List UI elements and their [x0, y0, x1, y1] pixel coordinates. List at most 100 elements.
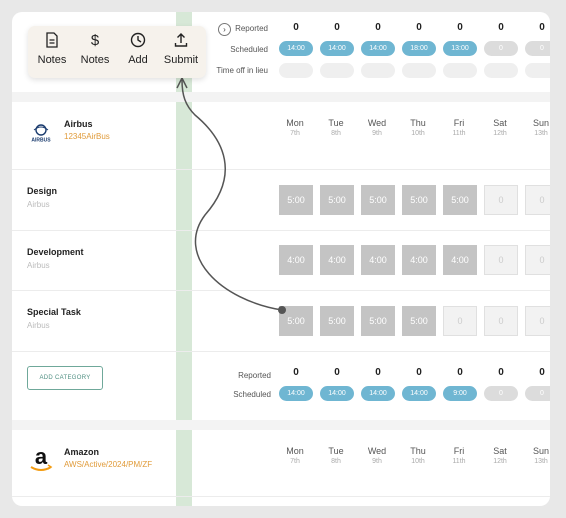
- divider: [12, 351, 550, 352]
- reported-value: 0: [334, 367, 340, 378]
- reported-value: 0: [334, 22, 340, 33]
- day-header: Thu 10th: [410, 446, 426, 465]
- hours-cell[interactable]: 0: [484, 306, 518, 336]
- company-code[interactable]: AWS/Active/2024/PM/ZF: [64, 460, 152, 469]
- floating-action-toolbar: Notes $ Notes Add Submit: [28, 26, 206, 78]
- divider: [12, 290, 550, 291]
- lieu-pill[interactable]: [484, 63, 518, 78]
- clock-icon: [118, 32, 158, 50]
- notes-expense-button[interactable]: $ Notes: [75, 32, 115, 66]
- lieu-pill[interactable]: [402, 63, 436, 78]
- scheduled-pill: 0: [525, 41, 550, 56]
- reported-value: 0: [539, 367, 545, 378]
- add-label: Add: [128, 54, 148, 66]
- reported-label: Reported: [238, 371, 271, 380]
- reported-value: 0: [457, 22, 463, 33]
- notes-document-label: Notes: [37, 54, 67, 66]
- day-header: Sun 13th: [532, 118, 549, 137]
- svg-text:a: a: [35, 444, 48, 469]
- reported-value: 0: [293, 367, 299, 378]
- reported-value: 0: [498, 367, 504, 378]
- notes-expense-label: Notes: [80, 54, 110, 66]
- day-header: Sat 12th: [493, 446, 507, 465]
- add-category-button[interactable]: ADD CATEGORY: [27, 366, 103, 390]
- hours-cell[interactable]: 0: [525, 245, 550, 275]
- scheduled-pill: 14:00: [320, 41, 354, 56]
- reported-value: 0: [539, 22, 545, 33]
- amazon-logo: a: [28, 444, 54, 474]
- divider: [12, 169, 550, 170]
- airbus-logo-icon: AIRBUS: [30, 124, 52, 144]
- hours-cell[interactable]: 5:00: [279, 185, 313, 215]
- hours-cell[interactable]: 5:00: [320, 185, 354, 215]
- section-gap: [12, 92, 550, 102]
- time-off-in-lieu-label: Time off in lieu: [216, 66, 268, 75]
- hours-cell[interactable]: 4:00: [361, 245, 395, 275]
- hours-cell[interactable]: 5:00: [361, 185, 395, 215]
- scheduled-pill: 14:00: [402, 386, 436, 401]
- company-code[interactable]: 12345AirBus: [64, 132, 110, 141]
- lieu-pill[interactable]: [361, 63, 395, 78]
- notes-document-button[interactable]: Notes: [32, 32, 72, 66]
- task-title: Special Task: [27, 307, 81, 317]
- scheduled-pill: 14:00: [320, 386, 354, 401]
- reported-value: 0: [375, 367, 381, 378]
- hours-cell[interactable]: 4:00: [279, 245, 313, 275]
- task-client: Airbus: [27, 200, 50, 209]
- task-client: Airbus: [27, 321, 50, 330]
- reported-value: 0: [416, 367, 422, 378]
- lieu-pill[interactable]: [443, 63, 477, 78]
- scheduled-pill: 0: [525, 386, 550, 401]
- submit-button[interactable]: Submit: [161, 32, 201, 66]
- hours-cell[interactable]: 0: [484, 245, 518, 275]
- reported-value: 0: [375, 22, 381, 33]
- scheduled-label: Scheduled: [230, 45, 268, 54]
- scheduled-pill: 0: [484, 386, 518, 401]
- hours-cell[interactable]: 5:00: [402, 185, 436, 215]
- scheduled-pill: 9:00: [443, 386, 477, 401]
- reported-label: Reported: [235, 24, 268, 33]
- day-header: Sat 12th: [493, 118, 507, 137]
- scheduled-pill: 0: [484, 41, 518, 56]
- hours-cell[interactable]: 0: [443, 306, 477, 336]
- add-time-button[interactable]: Add: [118, 32, 158, 66]
- task-client: Airbus: [27, 261, 50, 270]
- airbus-logo: AIRBUS: [28, 120, 54, 146]
- hours-cell[interactable]: 5:00: [402, 306, 436, 336]
- hours-cell[interactable]: 5:00: [361, 306, 395, 336]
- day-header: Wed 9th: [367, 446, 387, 465]
- lieu-pill[interactable]: [525, 63, 550, 78]
- day-header: Thu 10th: [410, 118, 426, 137]
- timesheet-card: › Reported Scheduled Time off in lieu 0 …: [12, 12, 550, 506]
- dollar-icon: $: [90, 32, 100, 49]
- submit-label: Submit: [163, 54, 199, 66]
- lieu-pill[interactable]: [320, 63, 354, 78]
- scheduled-label: Scheduled: [233, 390, 271, 399]
- hours-cell[interactable]: 5:00: [279, 306, 313, 336]
- day-header: Mon 7th: [286, 118, 304, 137]
- day-header: Tue 8th: [328, 118, 344, 137]
- hours-cell[interactable]: 4:00: [320, 245, 354, 275]
- hours-cell[interactable]: 4:00: [402, 245, 436, 275]
- svg-text:AIRBUS: AIRBUS: [31, 138, 51, 144]
- scheduled-pill: 14:00: [361, 386, 395, 401]
- scheduled-pill: 14:00: [361, 41, 395, 56]
- hours-cell[interactable]: 5:00: [443, 185, 477, 215]
- upload-icon: [161, 32, 201, 50]
- day-header: Fri 11th: [452, 118, 466, 137]
- reported-value: 0: [498, 22, 504, 33]
- task-title: Design: [27, 186, 58, 196]
- day-header: Mon 7th: [286, 446, 304, 465]
- divider: [12, 230, 550, 231]
- hours-cell[interactable]: 0: [484, 185, 518, 215]
- hours-cell[interactable]: 0: [525, 306, 550, 336]
- reported-value: 0: [457, 367, 463, 378]
- hours-cell[interactable]: 5:00: [320, 306, 354, 336]
- hours-cell[interactable]: 0: [525, 185, 550, 215]
- day-header: Tue 8th: [328, 446, 344, 465]
- reported-value: 0: [293, 22, 299, 33]
- lieu-pill[interactable]: [279, 63, 313, 78]
- hours-cell[interactable]: 4:00: [443, 245, 477, 275]
- task-title: Development: [27, 247, 84, 257]
- company-name: Amazon: [64, 447, 100, 457]
